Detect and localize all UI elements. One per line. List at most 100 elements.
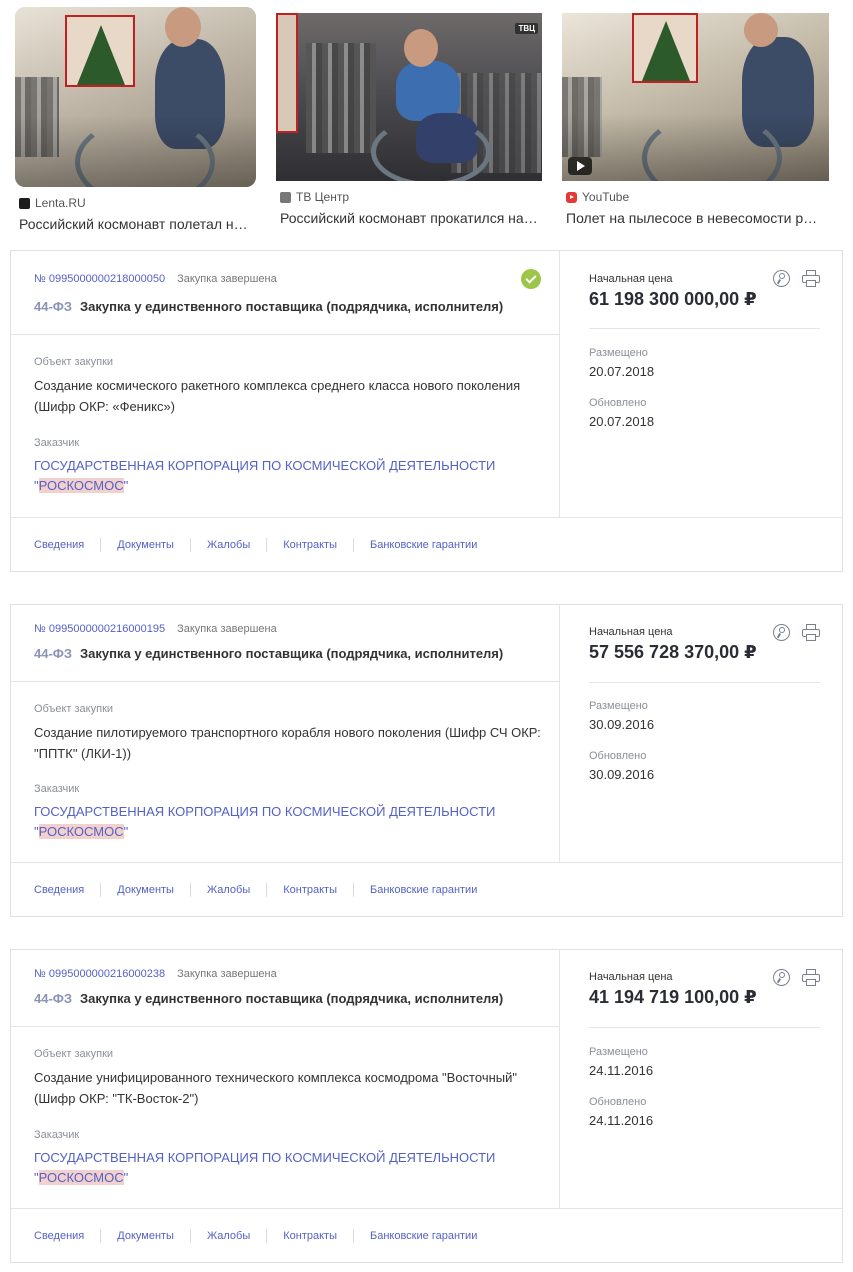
object-label: Объект закупки bbox=[34, 703, 114, 715]
tender-tabs: Сведения Документы Жалобы Контракты Банк… bbox=[11, 862, 842, 917]
tvc-logo: ТВЦ bbox=[515, 23, 538, 34]
tab-bank-guarantees[interactable]: Банковские гарантии bbox=[370, 539, 477, 551]
search-highlight[interactable]: РОСКОСМОС bbox=[38, 824, 124, 839]
placed-label: Размещено bbox=[589, 347, 648, 359]
print-icon[interactable] bbox=[802, 624, 820, 641]
price-label: Начальная цена bbox=[589, 626, 673, 638]
tab-documents[interactable]: Документы bbox=[117, 539, 174, 551]
placed-date: 24.11.2016 bbox=[589, 1063, 654, 1078]
status-label: Закупка завершена bbox=[177, 273, 277, 285]
key-icon[interactable] bbox=[773, 624, 790, 641]
divider bbox=[589, 328, 820, 329]
tab-contracts[interactable]: Контракты bbox=[283, 539, 337, 551]
customer-link[interactable]: ГОСУДАРСТВЕННАЯ КОРПОРАЦИЯ ПО КОСМИЧЕСКО… bbox=[34, 802, 544, 842]
video-thumbnail[interactable]: ТВЦ bbox=[276, 13, 542, 181]
video-card[interactable]: YouTube Полет на пылесосе в невесомости … bbox=[562, 7, 829, 226]
video-title[interactable]: Российский космонавт прокатился на пылес… bbox=[280, 210, 538, 226]
tab-complaints[interactable]: Жалобы bbox=[207, 884, 250, 896]
search-highlight[interactable]: РОСКОСМОС bbox=[38, 1170, 124, 1185]
customer-link[interactable]: ГОСУДАРСТВЕННАЯ КОРПОРАЦИЯ ПО КОСМИЧЕСКО… bbox=[34, 456, 544, 496]
tab-bank-guarantees[interactable]: Банковские гарантии bbox=[370, 884, 477, 896]
tender-body: Объект закупки Создание космического рак… bbox=[11, 335, 560, 517]
divider bbox=[589, 682, 820, 683]
registry-number-link[interactable]: № 0995000000216000238 bbox=[34, 968, 165, 980]
updated-date: 24.11.2016 bbox=[589, 1113, 654, 1128]
video-results: Lenta.RU Российский космонавт полетал на… bbox=[0, 0, 853, 240]
video-title[interactable]: Российский космонавт полетал на пылесосе… bbox=[19, 216, 254, 232]
print-icon[interactable] bbox=[802, 270, 820, 287]
tab-contracts[interactable]: Контракты bbox=[283, 1230, 337, 1242]
tender-tabs: Сведения Документы Жалобы Контракты Банк… bbox=[11, 517, 842, 572]
tab-details[interactable]: Сведения bbox=[34, 539, 84, 551]
video-source: ТВ Центр bbox=[280, 190, 542, 204]
video-thumbnail[interactable] bbox=[562, 13, 829, 181]
tab-complaints[interactable]: Жалобы bbox=[207, 1230, 250, 1242]
object-label: Объект закупки bbox=[34, 1048, 114, 1060]
key-icon[interactable] bbox=[773, 270, 790, 287]
registry-number-link[interactable]: № 0995000000216000195 bbox=[34, 623, 165, 635]
price-label: Начальная цена bbox=[589, 971, 673, 983]
law-tag: 44-ФЗ bbox=[34, 646, 73, 661]
tender-card: № 0995000000216000195 Закупка завершена 4… bbox=[10, 604, 843, 917]
customer-label: Заказчик bbox=[34, 783, 80, 795]
tender-card: № 0995000000218000050 Закупка завершена 4… bbox=[10, 250, 843, 572]
tender-tabs: Сведения Документы Жалобы Контракты Банк… bbox=[11, 1208, 842, 1263]
tender-body: Объект закупки Создание пилотируемого тр… bbox=[11, 682, 560, 862]
tab-details[interactable]: Сведения bbox=[34, 1230, 84, 1242]
customer-label: Заказчик bbox=[34, 437, 80, 449]
updated-label: Обновлено bbox=[589, 397, 647, 409]
placed-date: 30.09.2016 bbox=[589, 717, 655, 732]
tender-price-panel: Начальная цена 41 194 719 100,00 ₽ Разме… bbox=[560, 950, 842, 1208]
lenta-icon bbox=[19, 197, 30, 209]
price-label: Начальная цена bbox=[589, 273, 673, 285]
placed-label: Размещено bbox=[589, 1046, 648, 1058]
video-card[interactable]: ТВЦ ТВ Центр Российский космонавт прокат… bbox=[276, 7, 542, 226]
updated-date: 30.09.2016 bbox=[589, 767, 655, 782]
updated-label: Обновлено bbox=[589, 750, 647, 762]
price-value: 41 194 719 100,00 ₽ bbox=[589, 987, 757, 1007]
law-tag: 44-ФЗ bbox=[34, 299, 73, 314]
procurement-type: Закупка у единственного поставщика (подр… bbox=[80, 991, 504, 1006]
registry-number-link[interactable]: № 0995000000218000050 bbox=[34, 273, 165, 285]
video-title[interactable]: Полет на пылесосе в невесомости российск… bbox=[566, 210, 824, 226]
placed-label: Размещено bbox=[589, 700, 648, 712]
status-label: Закупка завершена bbox=[177, 623, 277, 635]
tab-complaints[interactable]: Жалобы bbox=[207, 539, 250, 551]
tvc-icon bbox=[280, 191, 291, 203]
video-source: YouTube bbox=[566, 190, 829, 204]
status-label: Закупка завершена bbox=[177, 968, 277, 980]
play-icon[interactable] bbox=[568, 157, 592, 175]
procurement-type: Закупка у единственного поставщика (подр… bbox=[80, 646, 504, 661]
price-value: 61 198 300 000,00 ₽ bbox=[589, 289, 757, 309]
law-tag: 44-ФЗ bbox=[34, 991, 73, 1006]
youtube-icon bbox=[566, 191, 577, 203]
price-value: 57 556 728 370,00 ₽ bbox=[589, 642, 757, 662]
object-label: Объект закупки bbox=[34, 356, 114, 368]
check-circle-icon bbox=[521, 269, 541, 289]
video-source: Lenta.RU bbox=[19, 196, 256, 210]
object-text: Создание пилотируемого транспортного кор… bbox=[34, 725, 541, 761]
updated-date: 20.07.2018 bbox=[589, 414, 655, 429]
tab-details[interactable]: Сведения bbox=[34, 884, 84, 896]
search-highlight[interactable]: РОСКОСМОС bbox=[38, 478, 124, 493]
placed-date: 20.07.2018 bbox=[589, 364, 655, 379]
tender-price-panel: Начальная цена 61 198 300 000,00 ₽ Разме… bbox=[560, 251, 842, 517]
procurement-type: Закупка у единственного поставщика (подр… bbox=[80, 299, 504, 314]
object-text: Создание унифицированного технического к… bbox=[34, 1070, 517, 1106]
object-text: Создание космического ракетного комплекс… bbox=[34, 378, 521, 414]
video-card[interactable]: Lenta.RU Российский космонавт полетал на… bbox=[15, 7, 256, 232]
tab-documents[interactable]: Документы bbox=[117, 884, 174, 896]
key-icon[interactable] bbox=[773, 969, 790, 986]
tab-contracts[interactable]: Контракты bbox=[283, 884, 337, 896]
tender-header: № 0995000000216000238 Закупка завершена 4… bbox=[11, 950, 560, 1027]
divider bbox=[589, 1027, 820, 1028]
tender-body: Объект закупки Создание унифицированного… bbox=[11, 1027, 560, 1208]
print-icon[interactable] bbox=[802, 969, 820, 986]
updated-label: Обновлено bbox=[589, 1096, 647, 1108]
video-thumbnail[interactable] bbox=[15, 7, 256, 187]
tab-bank-guarantees[interactable]: Банковские гарантии bbox=[370, 1230, 477, 1242]
tender-card: № 0995000000216000238 Закупка завершена 4… bbox=[10, 949, 843, 1263]
customer-link[interactable]: ГОСУДАРСТВЕННАЯ КОРПОРАЦИЯ ПО КОСМИЧЕСКО… bbox=[34, 1148, 544, 1188]
tab-documents[interactable]: Документы bbox=[117, 1230, 174, 1242]
tender-header: № 0995000000216000195 Закупка завершена 4… bbox=[11, 605, 560, 682]
